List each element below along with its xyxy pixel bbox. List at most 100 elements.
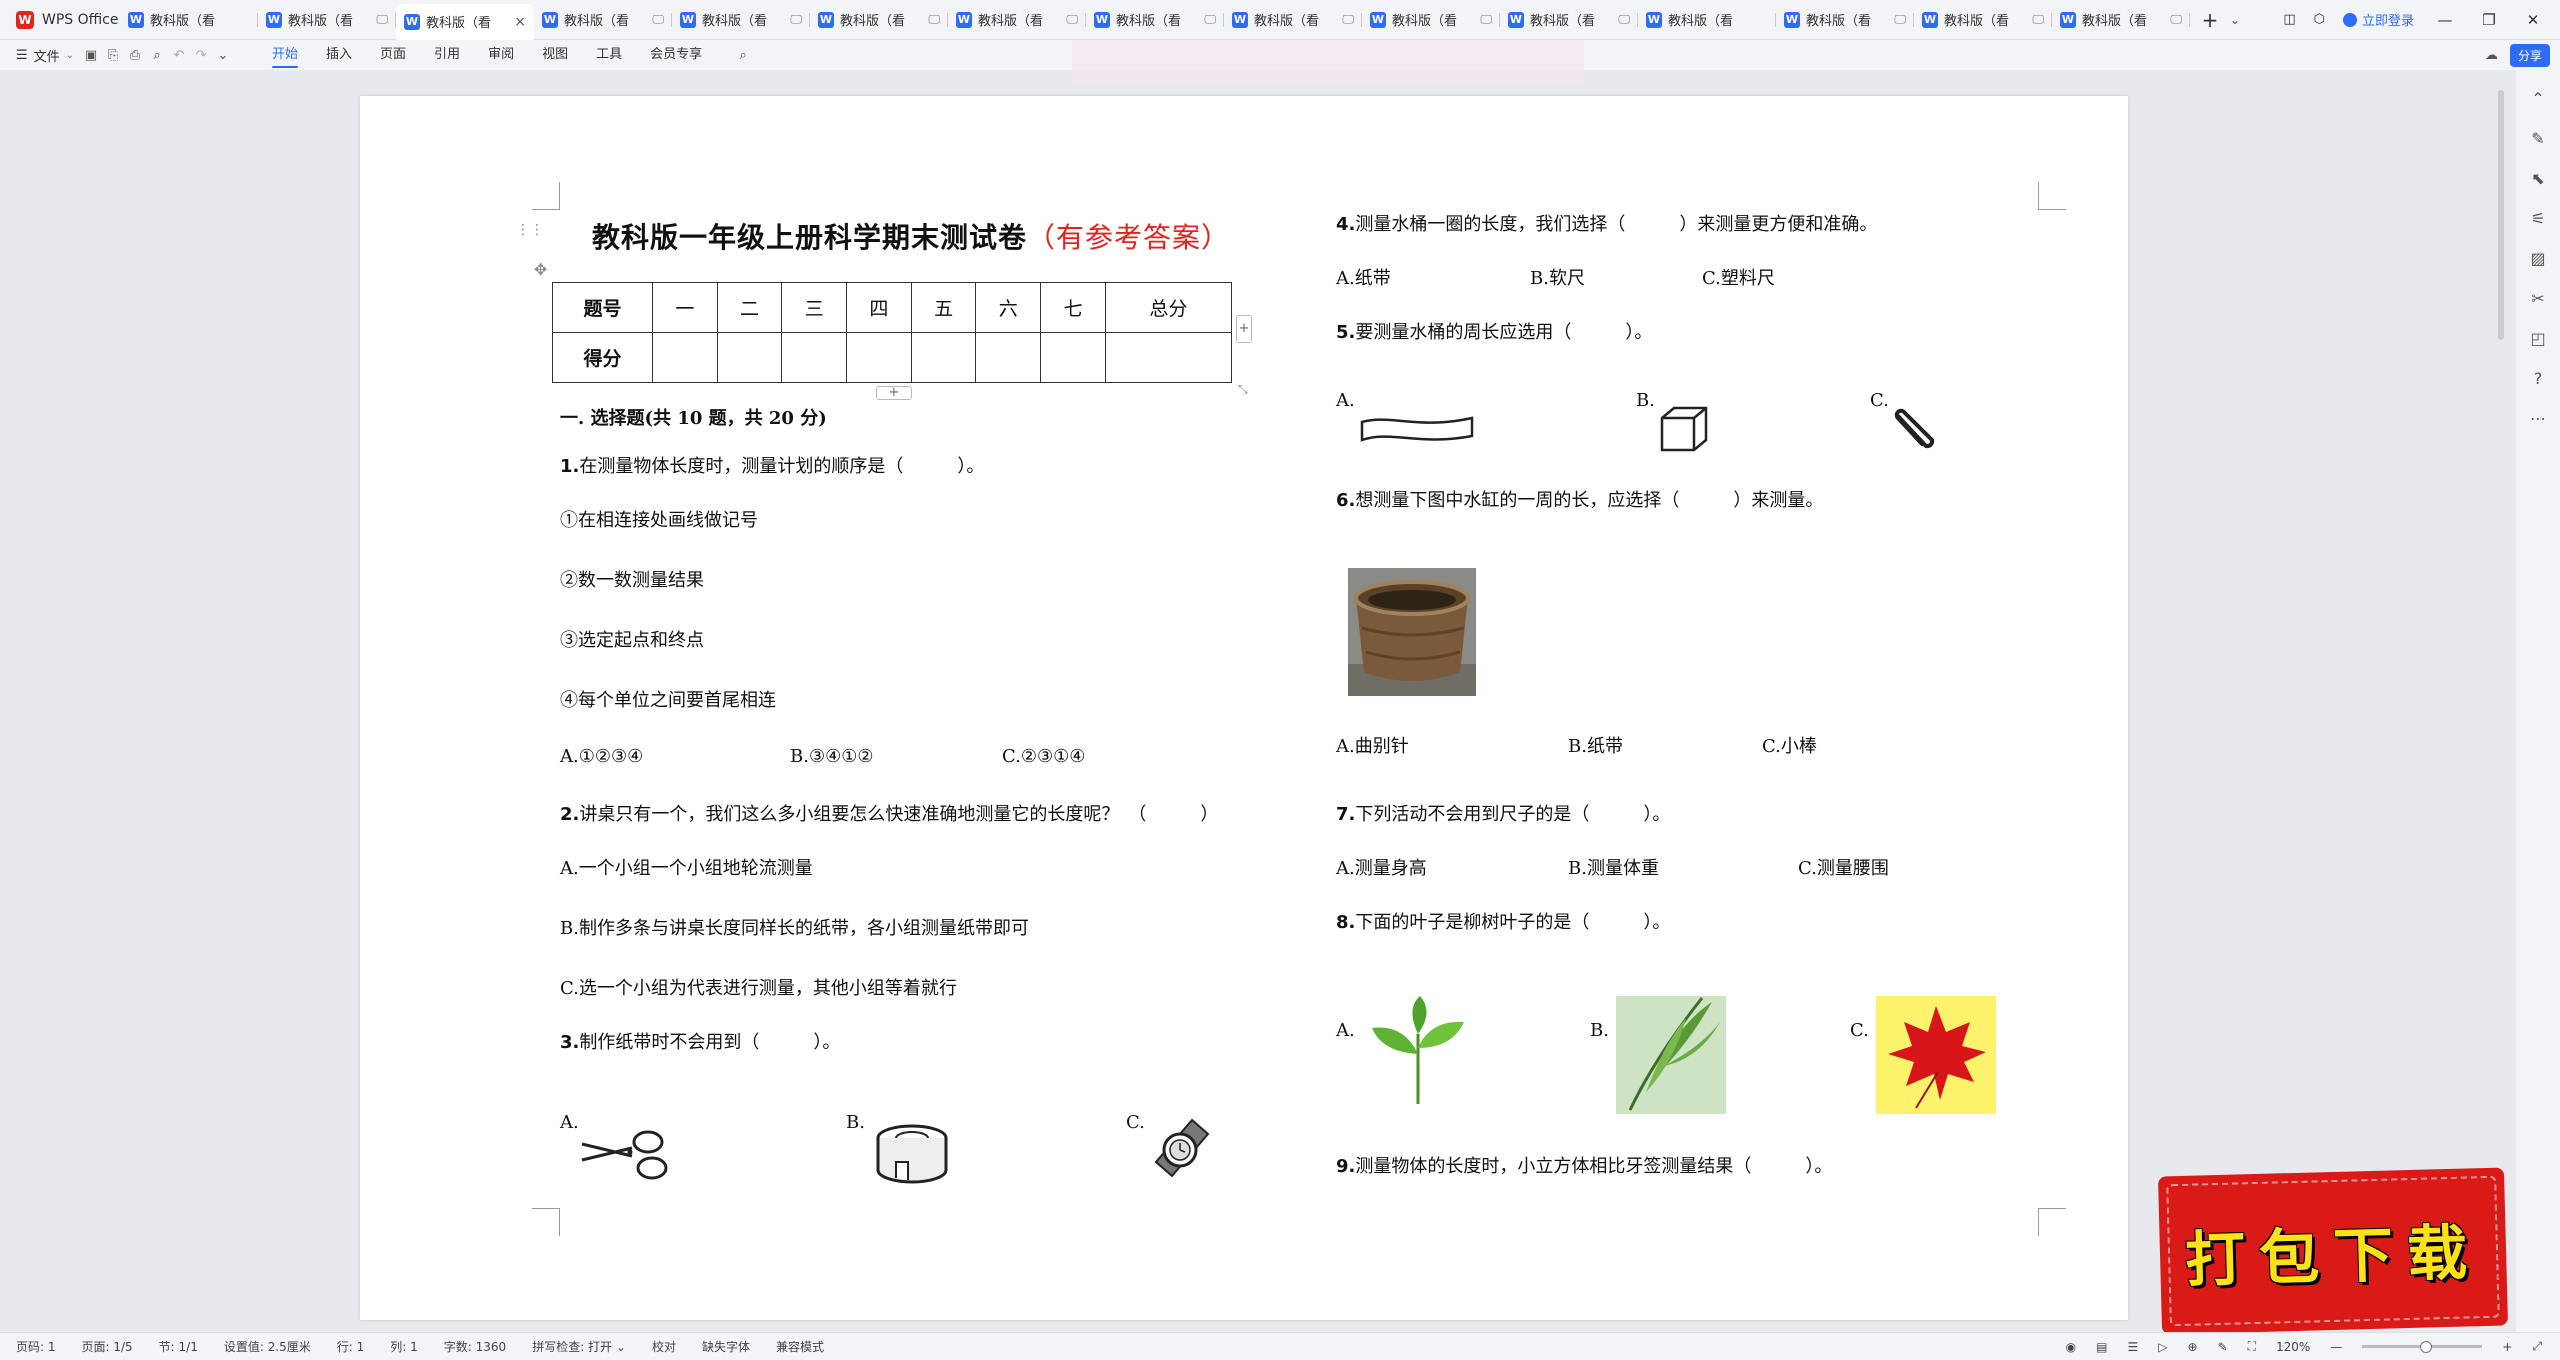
minimize-icon[interactable]: — [2432,11,2458,29]
score-table-cell[interactable] [781,332,848,383]
help-icon[interactable]: ? [2516,358,2560,398]
score-table-cell[interactable] [975,332,1042,383]
zoom-in-icon[interactable]: + [2502,1340,2512,1354]
score-table-header-cell[interactable]: 六 [975,282,1042,333]
select-icon[interactable]: ⬉ [2516,158,2560,198]
play-icon[interactable]: ▷ [2158,1340,2167,1354]
status-item[interactable]: 页码: 1 [16,1338,56,1355]
add-row-button[interactable]: + [876,386,912,400]
redo-icon[interactable]: ↷ [190,48,212,63]
score-table-header-cell[interactable]: 题号 [552,282,653,333]
status-item[interactable]: 校对 [652,1338,676,1355]
ribbon-tab[interactable]: 页面 [366,40,420,70]
document-tab[interactable]: W 教科版（看 [120,4,258,36]
score-table-cell[interactable] [1104,332,1233,383]
login-button[interactable]: 立即登录 [2342,10,2414,29]
ribbon-tab[interactable]: 会员专享 [636,40,716,70]
score-table-cell[interactable] [910,332,977,383]
score-table-header-cell[interactable]: 一 [652,282,718,333]
document-tab[interactable]: W 教科版（看 🖵 [1224,4,1362,36]
search-icon[interactable]: ⌕ [732,48,754,63]
adjust-icon[interactable]: ⚟ [2516,198,2560,238]
image-icon[interactable]: ▨ [2516,238,2560,278]
close-tab-icon[interactable]: × [514,14,526,30]
file-menu[interactable]: ☰ 文件 ⌄ [0,46,80,65]
print-icon[interactable]: ⎙ [124,48,146,63]
document-tab[interactable]: W 教科版（看 🖵 [1500,4,1638,36]
ribbon-tab[interactable]: 工具 [582,40,636,70]
outline-view-icon[interactable]: ☰ [2127,1340,2138,1354]
more-icon[interactable]: ⋯ [2516,398,2560,438]
pen-mode-icon[interactable]: ✎ [2218,1340,2228,1354]
save-icon[interactable]: ▣ [80,48,102,63]
score-table[interactable]: 题号一二三四五六七总分 得分 [552,282,1233,383]
print-preview-icon[interactable]: ⌕ [146,48,168,63]
status-item[interactable]: 页面: 1/5 [82,1338,133,1355]
tab-list-dropdown[interactable]: ⌄ [2230,13,2250,27]
document-tab[interactable]: W 教科版（看 🖵 [2052,4,2190,36]
close-window-icon[interactable]: ✕ [2520,11,2546,29]
status-item[interactable]: 字数: 1360 [444,1338,506,1355]
ribbon-tab[interactable]: 审阅 [474,40,528,70]
quick-access-more-icon[interactable]: ⌄ [212,48,234,63]
score-table-header-cell[interactable]: 五 [910,282,977,333]
score-table-header-cell[interactable]: 三 [781,282,848,333]
table-move-handle[interactable]: ✥ [534,260,547,279]
zoom-level[interactable]: 120% [2276,1340,2310,1354]
document-tab[interactable]: W 教科版（看 🖵 [1362,4,1500,36]
document-tab[interactable]: W 教科版（看 🖵 [1914,4,2052,36]
document-tab[interactable]: W 教科版（看 × [396,3,534,40]
status-item[interactable]: 兼容模式 [776,1338,824,1355]
document-tab[interactable]: W 教科版（看 🖵 [1776,4,1914,36]
zoom-slider[interactable] [2362,1341,2483,1353]
score-table-cell[interactable]: 得分 [552,332,653,383]
document-tab[interactable]: W 教科版（看 [1638,4,1776,36]
ribbon-tab[interactable]: 引用 [420,40,474,70]
table-resize-handle[interactable]: ⤡ [1238,382,1248,397]
score-table-header-cell[interactable]: 总分 [1104,282,1233,333]
score-table-header-cell[interactable]: 七 [1040,282,1106,333]
export-pdf-icon[interactable]: ⎘ [102,48,124,63]
ribbon-tab[interactable]: 开始 [258,40,312,70]
pen-icon[interactable]: ✎ [2516,118,2560,158]
cloud-icon[interactable]: ☁ [2485,48,2498,63]
vertical-scrollbar[interactable] [2498,90,2504,340]
document-tab[interactable]: W 教科版（看 🖵 [672,4,810,36]
ribbon-tab[interactable]: 视图 [528,40,582,70]
document-tab[interactable]: W 教科版（看 🖵 [948,4,1086,36]
score-table-cell[interactable] [846,332,912,383]
add-column-button[interactable]: + [1236,315,1252,343]
cube-icon[interactable]: ⬡ [2314,12,2325,27]
score-table-cell[interactable] [652,332,718,383]
new-tab-button[interactable]: + [2190,8,2230,32]
map-icon[interactable]: ◰ [2516,318,2560,358]
ribbon-tab[interactable]: 插入 [312,40,366,70]
status-item[interactable]: 设置值: 2.5厘米 [224,1338,311,1355]
fit-page-icon[interactable]: ⛶ [2248,1339,2256,1354]
wps-home-tab[interactable]: W WPS Office [0,0,120,40]
fullscreen-icon[interactable]: ⤢ [2532,1339,2542,1354]
score-table-header-cell[interactable]: 四 [846,282,912,333]
status-item[interactable]: 行: 1 [337,1338,365,1355]
zoom-out-icon[interactable]: — [2330,1340,2342,1354]
document-tab[interactable]: W 教科版（看 🖵 [810,4,948,36]
document-tab[interactable]: W 教科版（看 🖵 [534,4,672,36]
status-item[interactable]: 缺失字体 [702,1338,750,1355]
score-table-cell[interactable] [1040,332,1106,383]
document-page[interactable]: ⋮⋮ ✥ 教科版一年级上册科学期末测试卷（有参考答案） 题号一二三四五六七总分 … [360,96,2128,1320]
score-table-header-cell[interactable]: 二 [716,282,783,333]
collapse-icon[interactable]: ⌃ [2516,78,2560,118]
restore-icon[interactable]: ❐ [2476,11,2502,29]
document-tab[interactable]: W 教科版（看 🖵 [258,4,396,36]
tools-icon[interactable]: ✂ [2516,278,2560,318]
web-view-icon[interactable]: ⊕ [2187,1340,2197,1354]
undo-icon[interactable]: ↶ [168,48,190,63]
status-item[interactable]: 拼写检查: 打开 ⌄ [532,1338,626,1355]
page-view-icon[interactable]: ▤ [2096,1340,2107,1354]
score-table-cell[interactable] [716,332,783,383]
document-tab[interactable]: W 教科版（看 🖵 [1086,4,1224,36]
layout-icon[interactable]: ◫ [2283,12,2295,27]
download-package-badge[interactable]: 打包下载 [2157,1167,2509,1335]
share-button[interactable]: 分享 [2509,43,2550,67]
status-item[interactable]: 节: 1/1 [159,1338,198,1355]
